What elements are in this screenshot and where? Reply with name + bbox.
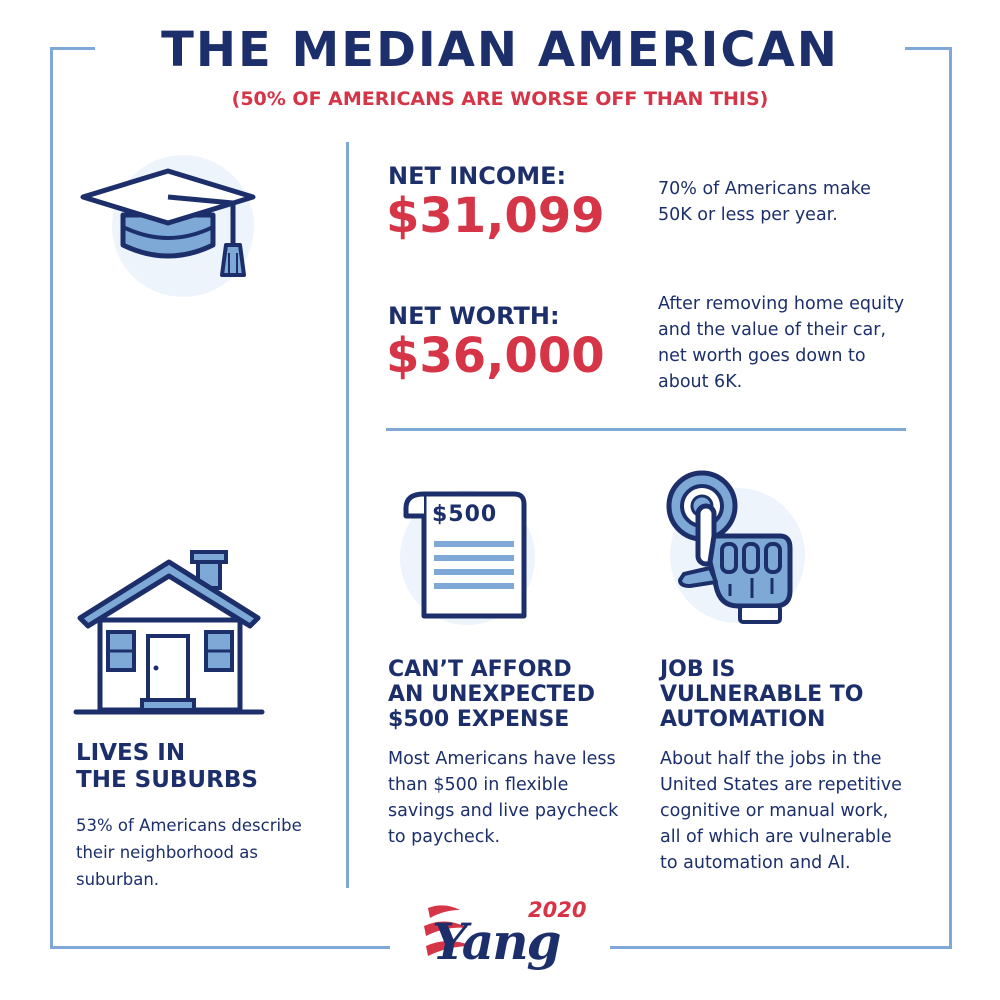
suburbs-body: 53% of Americans describe their neighbor… bbox=[76, 816, 302, 889]
suburbs-heading: LIVES IN THE SUBURBS bbox=[76, 740, 258, 794]
frame-right bbox=[949, 47, 952, 949]
yang-2020-logo: Yang 2020 bbox=[420, 898, 600, 980]
bill-amount: $500 bbox=[432, 502, 498, 527]
automation-heading: JOB IS VULNERABLE TO AUTOMATION bbox=[660, 657, 864, 732]
page-subtitle: (50% OF AMERICANS ARE WORSE OFF THAN THI… bbox=[231, 88, 769, 110]
net-worth-label: NET WORTH: bbox=[388, 302, 560, 330]
automation-heading-line3: AUTOMATION bbox=[660, 707, 826, 732]
robot-hand-icon bbox=[666, 470, 793, 624]
expense-heading-line3: $500 EXPENSE bbox=[388, 707, 570, 732]
frame-bottom-right bbox=[610, 946, 952, 949]
net-worth-value: $36,000 bbox=[386, 328, 605, 384]
expense-heading-line2: AN UNEXPECTED bbox=[388, 682, 595, 707]
net-income-value: $31,099 bbox=[386, 188, 605, 244]
vertical-divider bbox=[346, 142, 349, 888]
net-worth-note: After removing home equity and the value… bbox=[658, 294, 905, 392]
suburbs-heading-line2: THE SUBURBS bbox=[76, 767, 258, 793]
graduation-cap-icon bbox=[80, 168, 256, 277]
net-income-note: 70% of Americans make 50K or less per ye… bbox=[658, 179, 871, 225]
expense-heading-line1: CAN’T AFFORD bbox=[388, 657, 572, 682]
frame-bottom-left bbox=[50, 946, 390, 949]
net-income-label: NET INCOME: bbox=[388, 162, 567, 190]
frame-left bbox=[50, 47, 53, 949]
horizontal-divider bbox=[386, 428, 906, 431]
expense-heading: CAN’T AFFORD AN UNEXPECTED $500 EXPENSE bbox=[388, 657, 595, 732]
suburbs-heading-line1: LIVES IN bbox=[76, 740, 186, 766]
automation-heading-line2: VULNERABLE TO bbox=[660, 682, 864, 707]
expense-body: Most Americans have less than $500 in fl… bbox=[388, 749, 619, 847]
page-title: THE MEDIAN AMERICAN bbox=[161, 22, 839, 78]
house-icon bbox=[73, 550, 265, 715]
logo-year: 2020 bbox=[528, 898, 587, 922]
automation-body: About half the jobs in the United States… bbox=[660, 749, 902, 873]
automation-heading-line1: JOB IS bbox=[660, 657, 736, 682]
